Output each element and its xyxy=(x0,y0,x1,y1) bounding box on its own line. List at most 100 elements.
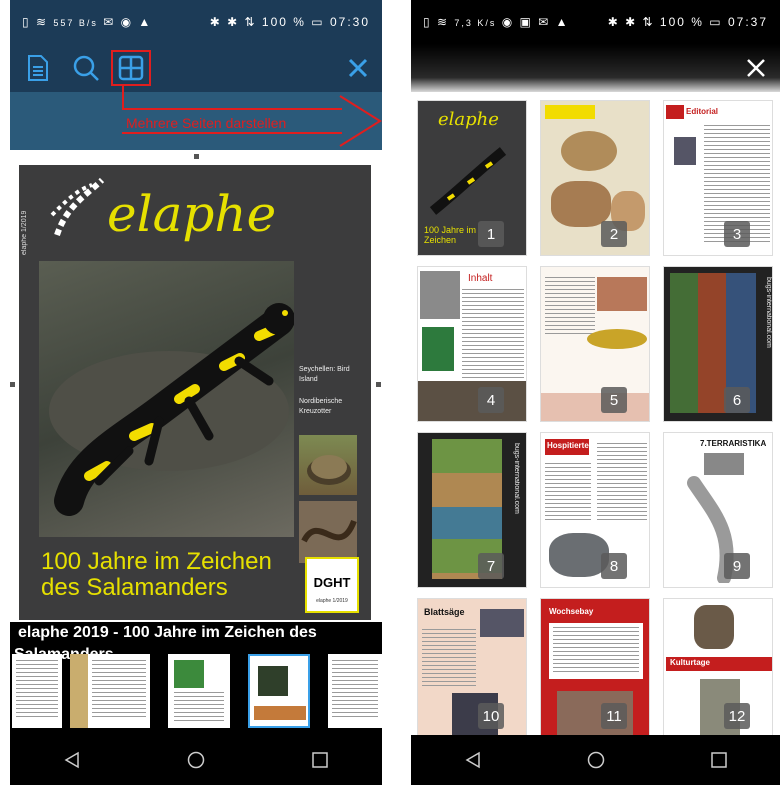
page-thumbnail[interactable]: bugs-international.com 7 xyxy=(417,432,527,588)
page-number-badge: 8 xyxy=(601,553,627,579)
wifi-icon: ≋ xyxy=(35,15,49,29)
back-icon[interactable] xyxy=(52,740,92,780)
snake-thumbnail xyxy=(299,501,357,563)
wifi-icon: ≋ xyxy=(436,15,450,29)
search-icon[interactable] xyxy=(68,50,104,86)
status-left-icons: ▯ ≋ 7,3 K/s ◉ ▣ ✉ ▲ xyxy=(423,15,569,29)
annotation-line xyxy=(122,108,342,110)
document-icon[interactable] xyxy=(20,50,56,86)
close-icon[interactable] xyxy=(740,52,772,84)
mini-masthead: elaphe xyxy=(438,109,499,130)
cover-headline-1: 100 Jahre im Zeichen xyxy=(41,548,272,575)
page-thumbnail[interactable]: Blattsäge 10 xyxy=(417,598,527,738)
android-nav-bar xyxy=(411,735,780,785)
strip-thumbnail-current[interactable] xyxy=(248,654,310,728)
cover-photo xyxy=(39,261,295,537)
network-speed: 7,3 K/s xyxy=(454,18,497,28)
page-thumbnail[interactable]: 5 xyxy=(540,266,650,422)
annotation-line xyxy=(122,86,124,110)
page-heading: Editorial xyxy=(686,107,719,116)
status-right: ✱ ✱ ⇅ 100 % ▭ 07:37 xyxy=(608,15,768,29)
page-number-badge: 9 xyxy=(724,553,750,579)
page-number-badge: 5 xyxy=(601,387,627,413)
status-bar: ▯ ≋ 557 B/s ✉ ◉ ▲ ✱ ✱ ⇅ 100 % ▭ 07:30 xyxy=(10,0,382,44)
status-right: ✱ ✱ ⇅ 100 % ▭ 07:30 xyxy=(210,15,370,29)
right-phone-screen: ▯ ≋ 7,3 K/s ◉ ▣ ✉ ▲ ✱ ✱ ⇅ 100 % ▭ 07:37 … xyxy=(411,0,780,785)
cover-side-text-2: Nordiberische Kreuzotter xyxy=(299,398,343,415)
page-thumbnail[interactable]: elaphe 100 Jahre im Zeichen 1 xyxy=(417,100,527,256)
page-heading: Wochsebay xyxy=(549,607,594,616)
salamander-image xyxy=(429,147,507,215)
page-number-badge: 4 xyxy=(478,387,504,413)
recents-icon[interactable] xyxy=(699,740,739,780)
battery-percent: 100 % xyxy=(261,15,306,29)
clock: 07:37 xyxy=(727,15,768,29)
page-thumbnail-strip[interactable]: Salamanders xyxy=(10,646,382,738)
page-thumbnail[interactable]: Kulturtage 12 xyxy=(663,598,773,738)
page-heading: Hospitierte xyxy=(547,441,589,450)
annotation-line xyxy=(122,132,342,134)
page-number-badge: 2 xyxy=(601,221,627,247)
cover-headline-2: des Salamanders xyxy=(41,574,228,601)
strip-thumbnail[interactable] xyxy=(88,654,150,728)
battery-icon: ▭ xyxy=(709,15,723,29)
page-thumbnail[interactable]: Inhalt 4 xyxy=(417,266,527,422)
bluetooth-icon: ✱ ✱ ⇅ xyxy=(209,15,257,29)
page-grid: elaphe 100 Jahre im Zeichen 1 2 Editoria… xyxy=(411,92,780,738)
status-bar: ▯ ≋ 7,3 K/s ◉ ▣ ✉ ▲ ✱ ✱ ⇅ 100 % ▭ 07:37 xyxy=(411,0,780,44)
page-heading: Inhalt xyxy=(468,273,493,284)
strip-thumbnail[interactable] xyxy=(168,654,230,728)
home-icon[interactable] xyxy=(176,740,216,780)
page-number-badge: 3 xyxy=(724,221,750,247)
resize-handle[interactable] xyxy=(194,154,199,159)
grid-view-highlight xyxy=(111,50,151,86)
notification-icons: ◉ ▣ ✉ ▲ xyxy=(501,15,570,29)
clock: 07:30 xyxy=(329,15,370,29)
tortoise-thumbnail xyxy=(299,435,357,495)
home-icon[interactable] xyxy=(576,740,616,780)
page-number-badge: 10 xyxy=(478,703,504,729)
page-thumbnail[interactable]: 7.TERRARISTIKA 9 xyxy=(663,432,773,588)
strip-thumbnail[interactable] xyxy=(328,654,382,728)
page-thumbnail[interactable]: Hospitierte 8 xyxy=(540,432,650,588)
page-thumbnail[interactable]: Editorial 3 xyxy=(663,100,773,256)
magazine-cover: elaphe 1/2019 elaphe Seychellen: Bird Is… xyxy=(19,165,371,620)
notification-icons: ✉ ◉ ▲ xyxy=(103,15,153,29)
resize-handle[interactable] xyxy=(376,382,381,387)
page-number-badge: 1 xyxy=(478,221,504,247)
battery-icon: ▭ xyxy=(311,15,325,29)
back-icon[interactable] xyxy=(453,740,493,780)
recents-icon[interactable] xyxy=(300,740,340,780)
salamander-image xyxy=(49,303,295,516)
page-thumbnail[interactable]: Wochsebay 11 xyxy=(540,598,650,738)
page-heading: 7.TERRARISTIKA xyxy=(700,439,767,448)
page-thumbnail[interactable]: bugs-international.com 6 xyxy=(663,266,773,422)
page-side-text: bugs-international.com xyxy=(513,443,520,514)
bluetooth-icon: ✱ ✱ ⇅ xyxy=(607,15,655,29)
salamander-logo-icon xyxy=(50,177,105,237)
page-side-text: bugs-international.com xyxy=(765,277,772,348)
cover-spine: elaphe 1/2019 xyxy=(21,210,28,255)
battery-percent: 100 % xyxy=(659,15,704,29)
annotation-arrowhead xyxy=(339,95,382,147)
page-viewer[interactable]: elaphe 1/2019 elaphe Seychellen: Bird Is… xyxy=(10,150,382,622)
dght-badge-sub: elaphe 1/2019 xyxy=(316,598,348,604)
cover-side-text-1: Seychellen: Bird Island xyxy=(299,366,350,383)
page-heading: Kulturtage xyxy=(670,658,710,667)
grid-header xyxy=(411,44,780,92)
status-left-icons: ▯ ≋ 557 B/s ✉ ◉ ▲ xyxy=(22,15,152,29)
close-icon[interactable] xyxy=(342,52,374,84)
page-number-badge: 7 xyxy=(478,553,504,579)
page-heading: Blattsäge xyxy=(424,607,465,617)
dght-badge-text: DGHT xyxy=(313,575,351,590)
dght-badge: DGHT elaphe 1/2019 xyxy=(305,557,359,613)
resize-handle[interactable] xyxy=(10,382,15,387)
left-phone-screen: ▯ ≋ 557 B/s ✉ ◉ ▲ ✱ ✱ ⇅ 100 % ▭ 07:30 Me… xyxy=(10,0,382,785)
network-speed: 557 B/s xyxy=(53,18,98,28)
page-number-badge: 12 xyxy=(724,703,750,729)
strip-thumbnail[interactable] xyxy=(12,654,62,728)
page-thumbnail[interactable]: 2 xyxy=(540,100,650,256)
page-number-badge: 6 xyxy=(724,387,750,413)
sim-icon: ▯ xyxy=(423,15,432,29)
page-number-badge: 11 xyxy=(601,703,627,729)
